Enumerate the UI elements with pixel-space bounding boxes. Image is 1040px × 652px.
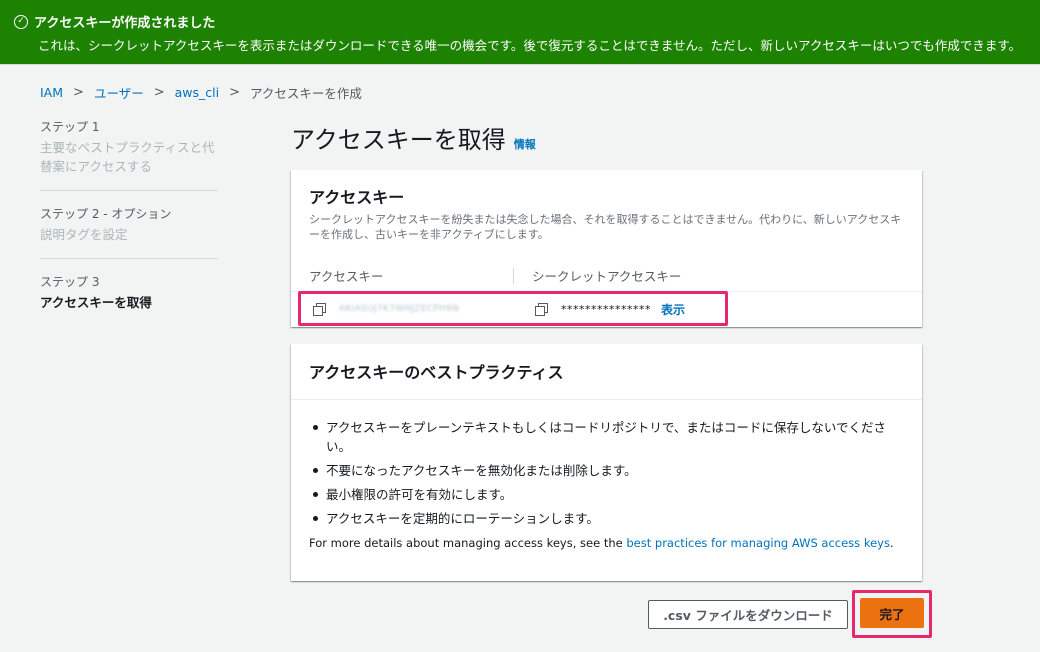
step-title: 主要なベストプラクティスと代替案にアクセスする <box>40 140 215 174</box>
best-practices-link[interactable]: best practices for managing AWS access k… <box>626 536 890 550</box>
column-header-secret-key: シークレットアクセスキー <box>513 267 681 284</box>
copy-icon[interactable] <box>313 303 326 316</box>
chevron-right-icon: > <box>229 85 240 100</box>
info-link[interactable]: 情報 <box>514 136 536 152</box>
list-item: アクセスキーを定期的にローテーションします。 <box>309 509 904 528</box>
list-item: 最小権限の許可を有効にします。 <box>309 485 904 504</box>
banner-message: これは、シークレットアクセスキーを表示またはダウンロードできる唯一の機会です。後… <box>38 38 1022 53</box>
more-prefix: For more details about managing access k… <box>309 536 627 550</box>
secret-key-masked: *************** <box>561 302 651 316</box>
more-suffix: . <box>889 536 894 550</box>
success-banner: ✓ アクセスキーが作成されました これは、シークレットアクセスキーを表示またはダ… <box>0 0 1040 64</box>
chevron-right-icon: > <box>73 85 84 100</box>
breadcrumb-iam[interactable]: IAM <box>40 85 63 100</box>
step-3: ステップ 3 アクセスキーを取得 <box>40 258 218 326</box>
step-number: ステップ 2 - オプション <box>40 207 172 221</box>
breadcrumb: IAM > ユーザー > aws_cli > アクセスキーを作成 <box>40 83 362 102</box>
step-2: ステップ 2 - オプション 説明タグを設定 <box>40 190 218 258</box>
step-title: 説明タグを設定 <box>40 227 128 242</box>
check-circle-icon: ✓ <box>14 14 28 29</box>
step-1: ステップ 1 主要なベストプラクティスと代替案にアクセスする <box>40 118 218 190</box>
chevron-right-icon: > <box>153 85 165 100</box>
list-item: アクセスキーをプレーンテキストもしくはコードリポジトリで、またはコードに保存しな… <box>309 418 904 456</box>
best-practices-list: アクセスキーをプレーンテキストもしくはコードリポジトリで、またはコードに保存しな… <box>309 418 904 528</box>
show-secret-link[interactable]: 表示 <box>661 301 685 318</box>
table-header: アクセスキー シークレットアクセスキー <box>291 260 922 292</box>
best-practices-title: アクセスキーのベストプラクティス <box>309 363 564 382</box>
access-key-table: アクセスキー シークレットアクセスキー AKIASUJ7K7WHJZECPH6N… <box>291 260 922 326</box>
access-key-container: アクセスキー シークレットアクセスキーを紛失または失念した場合、それを取得するこ… <box>291 170 922 327</box>
copy-icon[interactable] <box>535 303 548 316</box>
access-key-title: アクセスキー <box>309 188 405 207</box>
wizard-steps: ステップ 1 主要なベストプラクティスと代替案にアクセスする ステップ 2 - … <box>40 118 218 326</box>
page-header: アクセスキーを取得 情報 <box>291 120 536 155</box>
secret-key-cell: *************** 表示 <box>513 301 685 318</box>
download-csv-button[interactable]: .csv ファイルをダウンロード <box>648 600 848 629</box>
step-number: ステップ 1 <box>40 120 100 134</box>
best-practices-header: アクセスキーのベストプラクティス <box>291 344 922 400</box>
step-number: ステップ 3 <box>40 275 100 289</box>
access-key-value: AKIASUJ7K7WHJZECPH6N <box>339 304 460 314</box>
breadcrumb-user-aws-cli[interactable]: aws_cli <box>175 85 219 100</box>
step-title: アクセスキーを取得 <box>40 295 152 310</box>
access-key-cell: AKIASUJ7K7WHJZECPH6N <box>291 303 513 316</box>
best-practices-body: アクセスキーをプレーンテキストもしくはコードリポジトリで、またはコードに保存しな… <box>291 400 922 550</box>
done-button[interactable]: 完了 <box>860 598 924 628</box>
table-row: AKIASUJ7K7WHJZECPH6N *************** 表示 <box>291 292 922 326</box>
column-header-access-key: アクセスキー <box>309 269 384 284</box>
access-key-description: シークレットアクセスキーを紛失または失念した場合、それを取得することはできません… <box>309 213 902 241</box>
page-title: アクセスキーを取得 <box>291 126 506 154</box>
best-practices-more: For more details about managing access k… <box>309 536 904 550</box>
banner-divider <box>0 64 1040 65</box>
breadcrumb-current: アクセスキーを作成 <box>249 86 362 101</box>
best-practices-container: アクセスキーのベストプラクティス アクセスキーをプレーンテキストもしくはコードリ… <box>291 344 922 581</box>
banner-title: アクセスキーが作成されました <box>34 16 216 31</box>
list-item: 不要になったアクセスキーを無効化または削除します。 <box>309 461 904 480</box>
highlight-box: 完了 <box>852 590 932 638</box>
breadcrumb-users[interactable]: ユーザー <box>94 83 144 102</box>
access-key-header: アクセスキー シークレットアクセスキーを紛失または失念した場合、それを取得するこ… <box>291 170 922 260</box>
